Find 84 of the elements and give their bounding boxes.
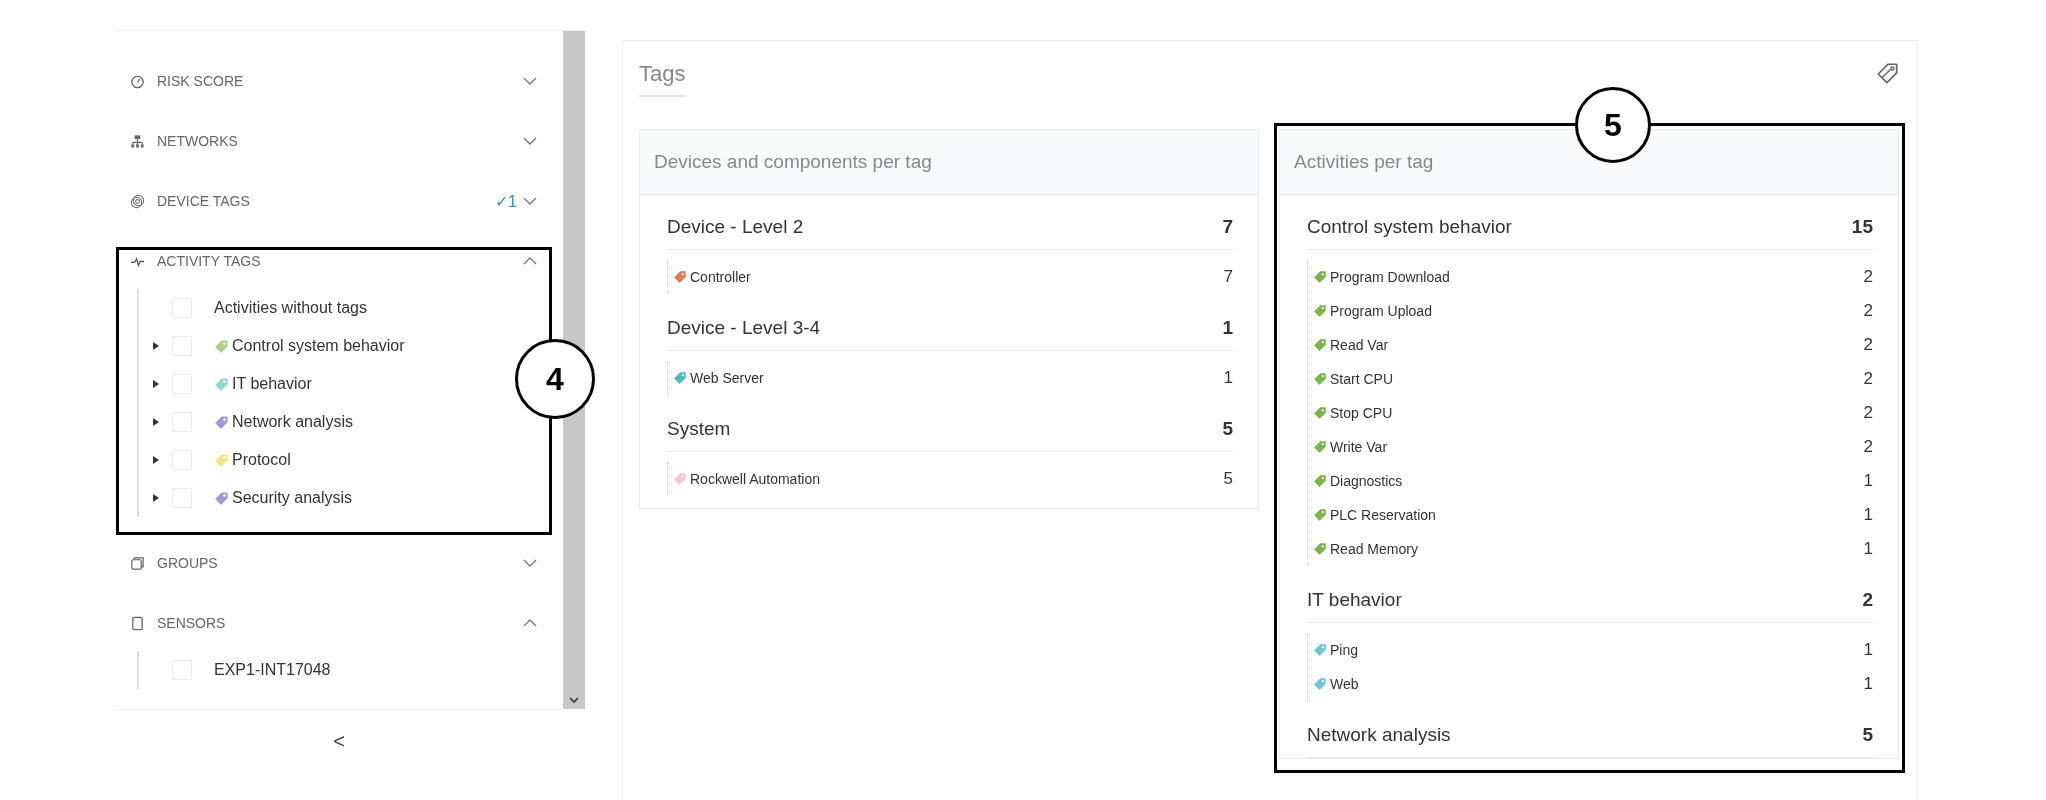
chevron-up-icon[interactable] xyxy=(523,618,537,628)
tag-group-name: Network analysis xyxy=(1307,724,1451,746)
scrollbar[interactable] xyxy=(563,31,585,709)
section-title: NETWORKS xyxy=(157,133,239,149)
tag-group-count: 15 xyxy=(1851,216,1873,238)
tag-group-count: 7 xyxy=(1222,216,1233,238)
section-title: DEVICE TAGS xyxy=(157,193,251,209)
tag-count: 2 xyxy=(1863,301,1873,321)
tag-name: Rockwell Automation xyxy=(690,471,821,487)
tag-group-name: Device - Level 2 xyxy=(667,216,804,238)
tag-name: Program Upload xyxy=(1330,303,1433,319)
gauge-icon xyxy=(130,73,145,89)
tag-count: 1 xyxy=(1863,505,1873,525)
tag-name: Ping xyxy=(1330,642,1360,658)
expand-arrow-icon[interactable] xyxy=(153,456,159,464)
network-icon xyxy=(130,133,145,149)
filter-option[interactable]: EXP1-INT17048 xyxy=(214,661,331,679)
chevron-down-icon[interactable] xyxy=(523,76,537,86)
tag-name: Start CPU xyxy=(1330,371,1394,387)
sidebar-section-header[interactable]: GROUPS xyxy=(115,533,563,593)
tag-group-count: 2 xyxy=(1862,589,1873,611)
expand-arrow-icon[interactable] xyxy=(153,342,159,350)
sidebar-section-header[interactable]: ACTIVITY TAGS xyxy=(115,231,563,291)
tag-count: 1 xyxy=(1863,674,1873,694)
filter-option[interactable]: Security analysis xyxy=(232,489,353,507)
filter-option[interactable]: Control system behavior xyxy=(232,337,405,355)
callout-number: 4 xyxy=(515,339,595,419)
sidebar-section-header[interactable]: NETWORKS xyxy=(115,111,563,171)
tag-count: 2 xyxy=(1863,267,1873,287)
expand-arrow-icon[interactable] xyxy=(153,494,159,502)
tag-name: Web xyxy=(1330,676,1360,692)
tag-count: 7 xyxy=(1223,267,1233,287)
sidebar-section-header[interactable]: DEVICE TAGS ✓1 xyxy=(115,171,563,231)
tag-name: Controller xyxy=(690,269,752,285)
rectangle-icon xyxy=(130,615,145,631)
tag-count: 2 xyxy=(1863,335,1873,355)
tag-group-count: 5 xyxy=(1862,724,1873,746)
scroll-down-icon[interactable] xyxy=(569,697,579,703)
tag-count: 2 xyxy=(1863,403,1873,423)
stacked-squares-icon xyxy=(130,555,145,571)
tag-name: Web Server xyxy=(690,370,765,386)
tag-count: 2 xyxy=(1863,369,1873,389)
expand-arrow-icon[interactable] xyxy=(153,418,159,426)
tag-name: Stop CPU xyxy=(1330,405,1394,421)
tag-group-count: 5 xyxy=(1222,418,1233,440)
card-title: Activities per tag xyxy=(1294,151,1434,173)
tag-count: 1 xyxy=(1863,539,1873,559)
chevron-up-icon[interactable] xyxy=(523,256,537,266)
tag-group-name: System xyxy=(667,418,731,440)
section-title: SENSORS xyxy=(157,615,227,631)
chevron-down-icon[interactable] xyxy=(523,196,537,206)
callout-number: 5 xyxy=(1575,87,1651,163)
expand-arrow-icon[interactable] xyxy=(153,380,159,388)
section-title: GROUPS xyxy=(157,555,219,571)
filter-option[interactable]: IT behavior xyxy=(232,375,312,393)
tag-group-count: 1 xyxy=(1222,317,1233,339)
tag-name: PLC Reservation xyxy=(1330,507,1437,523)
sidebar-section-header[interactable]: RISK SCORE xyxy=(115,51,563,111)
panel-title: Tags xyxy=(639,61,686,97)
tag-count: 5 xyxy=(1223,469,1233,489)
filter-option[interactable]: Protocol xyxy=(232,451,291,469)
filter-option[interactable]: Network analysis xyxy=(232,413,353,431)
card-title: Devices and components per tag xyxy=(654,151,932,173)
tag-name: Read Var xyxy=(1330,337,1390,353)
tag-name: Write Var xyxy=(1330,439,1389,455)
collapse-button[interactable]: < xyxy=(327,727,351,755)
tag-count: 2 xyxy=(1863,437,1873,457)
tag-count: 1 xyxy=(1863,640,1873,660)
sidebar-section-header[interactable]: SENSORS xyxy=(115,593,563,653)
tag-name: Read Memory xyxy=(1330,541,1419,557)
tag-count: 1 xyxy=(1223,368,1233,388)
section-title: ACTIVITY TAGS xyxy=(157,253,262,269)
tag-stack-icon xyxy=(130,193,145,209)
filter-option[interactable]: Activities without tags xyxy=(214,299,367,317)
tag-group-name: Device - Level 3-4 xyxy=(667,317,821,339)
tag-count: 1 xyxy=(1863,471,1873,491)
tag-group-name: IT behavior xyxy=(1307,589,1402,611)
tag-name: Program Download xyxy=(1330,269,1451,285)
chevron-down-icon[interactable] xyxy=(523,558,537,568)
chevron-down-icon[interactable] xyxy=(523,136,537,146)
tag-group-name: Control system behavior xyxy=(1307,216,1512,238)
selected-count: ✓1 xyxy=(495,191,517,211)
tag-name: Diagnostics xyxy=(1330,473,1404,489)
section-title: RISK SCORE xyxy=(157,73,245,89)
